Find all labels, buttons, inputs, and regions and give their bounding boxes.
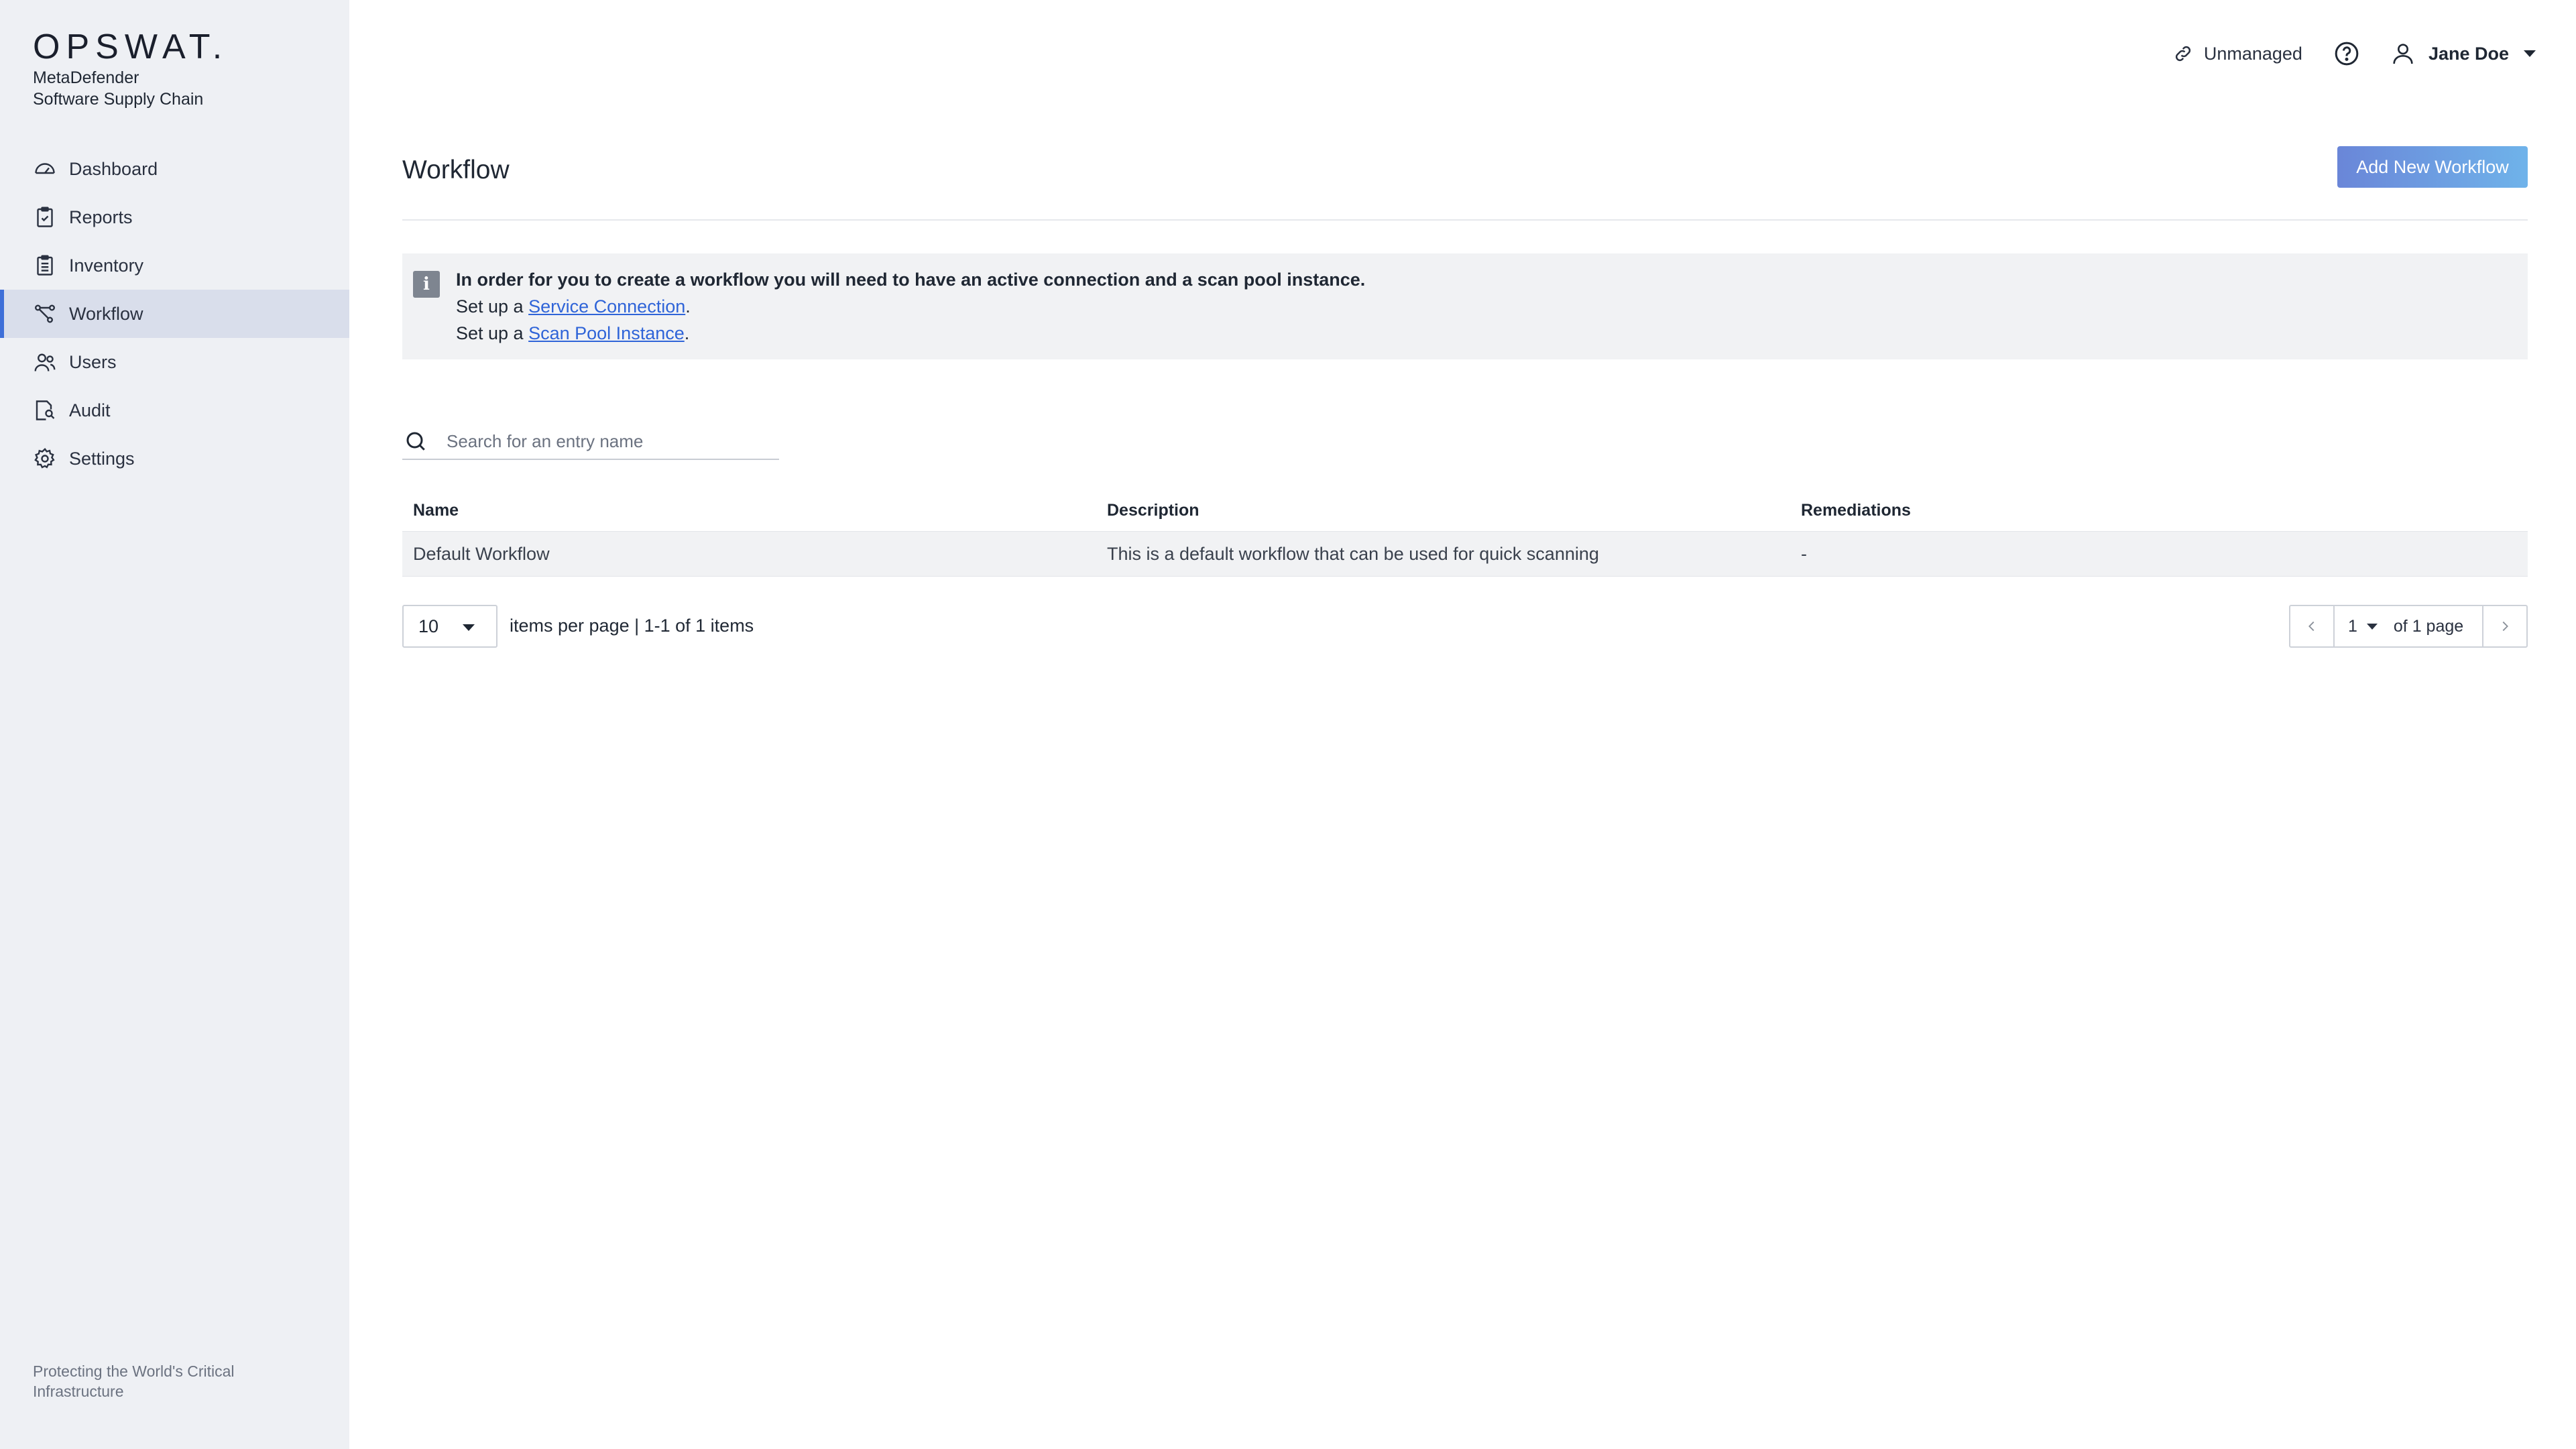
pagination-info: items per page | 1-1 of 1 items — [510, 616, 754, 636]
opswat-logo[interactable]: OPSWAT. — [33, 27, 228, 67]
page-title: Workflow — [402, 156, 510, 184]
chevron-left-icon — [2308, 621, 2315, 632]
add-new-workflow-button[interactable]: Add New Workflow — [2337, 146, 2528, 188]
table-header: Name Description Remediations — [402, 489, 2528, 531]
sidebar-item-settings[interactable]: Settings — [0, 434, 349, 483]
top-bar: Unmanaged Jane Doe — [2173, 34, 2536, 74]
clipboard-check-icon — [33, 205, 57, 229]
previous-page-button[interactable] — [2290, 606, 2335, 646]
user-icon — [2390, 40, 2416, 67]
total-pages-label: of 1 page — [2393, 616, 2464, 636]
sidebar-item-users[interactable]: Users — [0, 338, 349, 386]
management-status-label: Unmanaged — [2203, 43, 2302, 64]
cell-name: Default Workflow — [413, 543, 550, 564]
sidebar-item-label: Workflow — [69, 303, 143, 324]
management-status[interactable]: Unmanaged — [2173, 44, 2302, 64]
search-icon — [404, 429, 428, 453]
clipboard-list-icon — [33, 253, 57, 278]
service-connection-link[interactable]: Service Connection — [528, 296, 685, 316]
sidebar-item-label: Audit — [69, 400, 111, 420]
product-name-line2: Software Supply Chain — [33, 90, 204, 109]
notice-text: . — [685, 296, 691, 316]
notice-text: Set up a — [456, 296, 529, 316]
notice-line-scanpool: Set up a Scan Pool Instance. — [456, 323, 689, 344]
notice-heading: In order for you to create a workflow yo… — [456, 270, 1366, 290]
scan-pool-instance-link[interactable]: Scan Pool Instance — [528, 323, 685, 343]
page-indicator: 1 of 1 page — [2335, 606, 2482, 646]
users-icon — [33, 350, 57, 374]
notice-text: Set up a — [456, 323, 529, 343]
sidebar-item-workflow[interactable]: Workflow — [0, 290, 349, 338]
link-icon — [2173, 44, 2193, 64]
cell-remediations: - — [1801, 543, 1807, 564]
header-divider — [402, 219, 2528, 221]
notice-line-service: Set up a Service Connection. — [456, 296, 691, 317]
cell-description: This is a default workflow that can be u… — [1107, 543, 1599, 564]
dashboard-gauge-icon — [33, 157, 57, 181]
chevron-down-icon — [2524, 50, 2536, 57]
chevron-right-icon — [2502, 621, 2508, 632]
sidebar-item-dashboard[interactable]: Dashboard — [0, 145, 349, 193]
sidebar-item-label: Inventory — [69, 255, 144, 276]
page-number-select[interactable]: 1 — [2348, 617, 2378, 636]
sidebar-item-label: Reports — [69, 207, 133, 227]
user-menu[interactable]: Jane Doe — [2390, 40, 2536, 67]
page-size-select[interactable]: 10 — [402, 605, 497, 648]
column-header-remediations[interactable]: Remediations — [1790, 501, 2528, 520]
search-box — [402, 424, 779, 460]
sidebar-footer-tagline: Protecting the World's Critical Infrastr… — [33, 1363, 235, 1400]
chevron-down-icon — [2366, 623, 2378, 630]
workflow-nodes-icon — [33, 302, 57, 326]
current-page: 1 — [2348, 616, 2357, 636]
next-page-button[interactable] — [2482, 606, 2526, 646]
info-icon: i — [413, 271, 440, 298]
product-name-line1: MetaDefender — [33, 68, 139, 87]
sidebar-nav: Dashboard Reports Inventory Workflow Use… — [0, 145, 349, 483]
sidebar: OPSWAT. MetaDefender Software Supply Cha… — [0, 0, 349, 1449]
pagination-nav: 1 of 1 page — [2289, 605, 2528, 648]
search-input[interactable] — [445, 430, 770, 453]
workflow-table: Name Description Remediations Default Wo… — [402, 489, 2528, 577]
info-notice: i In order for you to create a workflow … — [402, 253, 2528, 359]
column-header-description[interactable]: Description — [1096, 501, 1790, 520]
sidebar-item-label: Settings — [69, 448, 135, 469]
chevron-down-icon — [463, 624, 475, 631]
table-row[interactable]: Default Workflow This is a default workf… — [402, 531, 2528, 577]
sidebar-item-label: Dashboard — [69, 158, 158, 179]
sidebar-item-reports[interactable]: Reports — [0, 193, 349, 241]
product-name: MetaDefender Software Supply Chain — [33, 67, 203, 110]
notice-text: . — [684, 323, 690, 343]
sidebar-item-audit[interactable]: Audit — [0, 386, 349, 434]
page-size-value: 10 — [418, 616, 439, 636]
user-name: Jane Doe — [2428, 43, 2509, 64]
gear-icon — [33, 447, 57, 471]
help-circle-icon[interactable] — [2333, 40, 2360, 67]
column-header-name[interactable]: Name — [402, 501, 1096, 520]
sidebar-item-label: Users — [69, 351, 117, 372]
audit-icon — [33, 398, 57, 422]
sidebar-item-inventory[interactable]: Inventory — [0, 241, 349, 290]
